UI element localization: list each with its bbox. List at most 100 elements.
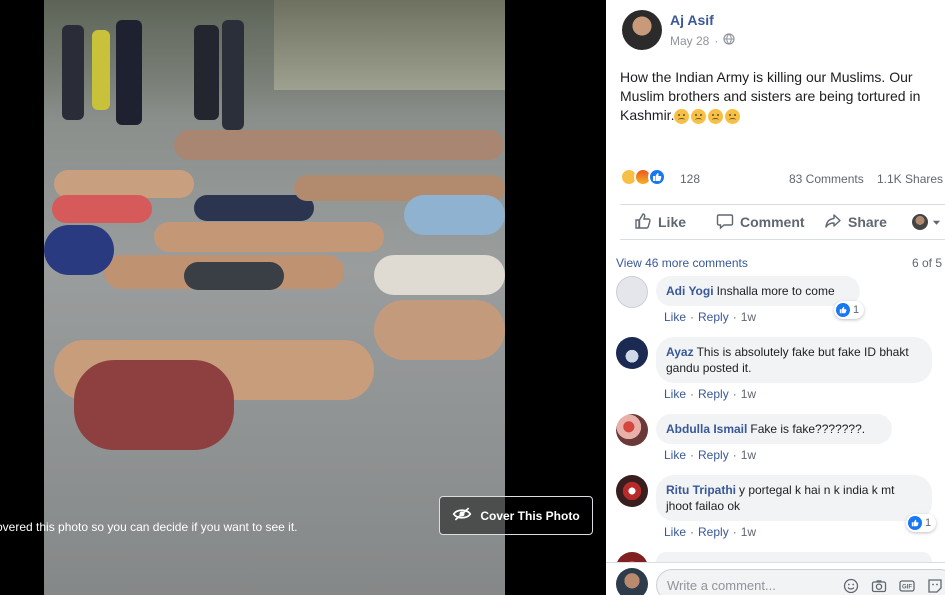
- like-button[interactable]: Like: [634, 205, 686, 239]
- react-as-avatar: [912, 214, 928, 230]
- post-date[interactable]: May 28: [670, 34, 709, 48]
- comment-bubble: Ritu Tripathi y portegal k hai n k india …: [656, 475, 932, 521]
- comment-input-box[interactable]: GIF: [656, 569, 945, 595]
- photo-body: [194, 195, 314, 221]
- comment-reply-link[interactable]: Reply: [698, 448, 729, 462]
- post-message: How the Indian Army is killing our Musli…: [620, 69, 921, 123]
- comment-reply-link[interactable]: Reply: [698, 387, 729, 401]
- comment-item: Abdulla Ismail Fake is fake???????. Like ·…: [616, 414, 936, 464]
- comment-item: Ritu Tripathi y portegal k hai n k india …: [616, 475, 937, 539]
- photo-body: [184, 262, 284, 290]
- gif-icon[interactable]: GIF: [899, 578, 915, 594]
- photo-body: [74, 360, 234, 450]
- current-user-avatar[interactable]: [616, 568, 648, 595]
- comment-input[interactable]: [667, 578, 837, 593]
- comment-time[interactable]: 1w: [741, 525, 756, 539]
- photo-body: [374, 255, 505, 295]
- comment-like-link[interactable]: Like: [664, 525, 686, 539]
- comment-text: Inshalla more to come: [716, 284, 835, 298]
- commenter-name[interactable]: Ritu Tripathi: [666, 483, 736, 497]
- comment-time[interactable]: 1w: [741, 310, 756, 324]
- like-reaction-icon: [648, 168, 666, 186]
- photo-body: [54, 170, 194, 198]
- comment-like-count[interactable]: 1: [834, 301, 865, 319]
- sad-emoji-group: [674, 108, 741, 124]
- commenter-avatar[interactable]: [616, 276, 648, 308]
- comment-item: Ayaz This is absolutely fake but fake ID …: [616, 337, 936, 401]
- author-name[interactable]: Aj Asif: [670, 12, 714, 28]
- commenter-avatar[interactable]: [616, 337, 648, 369]
- like-label: Like: [658, 214, 687, 230]
- post-actions: Like Comment Share: [620, 204, 945, 240]
- comment-time[interactable]: 1w: [741, 387, 756, 401]
- share-arrow-icon: [824, 212, 842, 233]
- sad-face-icon: [691, 108, 707, 124]
- photo-viewer: overed this photo so you can decide if y…: [0, 0, 606, 595]
- comment-button[interactable]: Comment: [716, 205, 805, 239]
- comment-like-count[interactable]: 1: [906, 514, 937, 532]
- reaction-count[interactable]: 128: [680, 172, 700, 186]
- commenter-name[interactable]: Abdulla Ismail: [666, 422, 747, 436]
- comment-bubble-icon: [716, 212, 734, 233]
- comment-like-link[interactable]: Like: [664, 387, 686, 401]
- comment-text: This is absolutely fake but fake ID bhak…: [666, 345, 909, 375]
- reactions-summary: 128 83 Comments 1.1K Shares: [620, 168, 945, 190]
- globe-icon[interactable]: [723, 33, 735, 48]
- sad-face-icon: [674, 108, 690, 124]
- photo-cover-caption: overed this photo so you can decide if y…: [0, 520, 298, 534]
- post-text: How the Indian Army is killing our Musli…: [620, 68, 938, 125]
- commenter-name[interactable]: Ayaz: [666, 345, 694, 359]
- photo-body: [154, 222, 384, 252]
- comment-time[interactable]: 1w: [741, 448, 756, 462]
- view-more-comments-link[interactable]: View 46 more comments: [616, 256, 748, 270]
- sad-face-icon: [725, 108, 741, 124]
- photo-figure: [62, 25, 84, 120]
- photo-figure: [222, 20, 244, 130]
- photo-theater: overed this photo so you can decide if y…: [0, 0, 945, 595]
- comment-like-number: 1: [925, 517, 932, 529]
- share-label: Share: [848, 214, 887, 230]
- reaction-icons[interactable]: [620, 168, 666, 186]
- comment-text: Fake is fake???????.: [750, 422, 866, 436]
- comment-bubble: Abdulla Ismail Fake is fake???????.: [656, 414, 892, 444]
- caret-down-icon: [932, 214, 941, 230]
- comment-actions: Like · Reply · 1w: [664, 310, 757, 324]
- comment-actions: Like · Reply · 1w: [664, 525, 757, 539]
- post-photo[interactable]: [44, 0, 505, 595]
- thumbs-up-icon: [634, 212, 652, 233]
- camera-icon[interactable]: [871, 578, 887, 594]
- shares-count[interactable]: 1.1K Shares: [877, 172, 943, 186]
- cover-photo-label: Cover This Photo: [480, 508, 580, 523]
- photo-background: [274, 0, 505, 90]
- comment-like-link[interactable]: Like: [664, 310, 686, 324]
- comment-bubble: Adi Yogi Inshalla more to come: [656, 276, 860, 306]
- comment-reply-link[interactable]: Reply: [698, 525, 729, 539]
- comment-composer: GIF: [606, 562, 945, 595]
- emoji-icon[interactable]: [843, 578, 859, 594]
- comments-count[interactable]: 83 Comments: [789, 172, 864, 186]
- commenter-avatar[interactable]: [616, 414, 648, 446]
- commenter-name[interactable]: Adi Yogi: [666, 284, 714, 298]
- photo-body: [404, 195, 505, 235]
- share-button[interactable]: Share: [824, 205, 887, 239]
- sticker-icon[interactable]: [927, 578, 943, 594]
- sad-face-icon: [708, 108, 724, 124]
- author-avatar[interactable]: [622, 10, 662, 50]
- comment-reply-link[interactable]: Reply: [698, 310, 729, 324]
- cover-photo-button[interactable]: Cover This Photo: [439, 496, 593, 535]
- comments-page-count: 6 of 5: [912, 256, 943, 270]
- post-meta: May 28 ·: [670, 33, 735, 48]
- photo-body: [174, 130, 504, 160]
- photo-body: [52, 195, 152, 223]
- comment-actions: Like · Reply · 1w: [664, 387, 757, 401]
- comment-bubble: Ayaz This is absolutely fake but fake ID …: [656, 337, 932, 383]
- photo-body: [44, 225, 114, 275]
- photo-figure: [92, 30, 110, 110]
- photo-figure: [194, 25, 219, 120]
- like-reaction-icon: [908, 516, 922, 530]
- comment-like-link[interactable]: Like: [664, 448, 686, 462]
- comment-label: Comment: [740, 214, 805, 230]
- comment-like-number: 1: [853, 304, 860, 316]
- react-as-selector[interactable]: [912, 205, 941, 239]
- commenter-avatar[interactable]: [616, 475, 648, 507]
